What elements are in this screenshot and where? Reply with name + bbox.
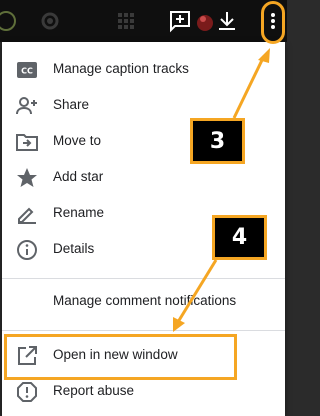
- menu-item-label: Move to: [53, 133, 102, 148]
- menu-item-label: Report abuse: [53, 383, 135, 398]
- svg-text:CC: CC: [21, 67, 33, 76]
- pencil-icon: [18, 207, 36, 224]
- menu-item-label: Manage comment notifications: [53, 293, 237, 308]
- step-callout-4: 4: [212, 215, 267, 260]
- menu-item-label: Manage caption tracks: [53, 61, 189, 76]
- menu-item-add-star[interactable]: Add star: [2, 160, 285, 196]
- menu-item-manage-comment-notifications[interactable]: Manage comment notifications: [2, 284, 285, 320]
- person-add-icon: [16, 97, 37, 115]
- menu-item-label: Details: [53, 241, 95, 256]
- menu-item-label: Add star: [53, 169, 104, 184]
- star-icon: [17, 168, 37, 187]
- menu-divider: [2, 330, 285, 331]
- menu-divider: [2, 278, 285, 279]
- add-comment-icon[interactable]: [168, 9, 192, 33]
- menu-item-label: Rename: [53, 205, 105, 220]
- report-icon: [17, 382, 37, 402]
- menu-item-manage-caption-tracks[interactable]: CC Manage caption tracks: [2, 52, 285, 88]
- open-in-new-window-highlight: [4, 334, 237, 380]
- download-icon[interactable]: [215, 9, 239, 33]
- settings-icon[interactable]: [38, 9, 62, 33]
- info-icon: [17, 240, 37, 260]
- folder-move-icon: [16, 134, 38, 151]
- avatar[interactable]: [193, 9, 217, 33]
- top-toolbar: [0, 0, 287, 42]
- apps-grid-icon[interactable]: [114, 9, 138, 33]
- closed-caption-icon: CC: [17, 62, 37, 78]
- step-callout-3: 3: [190, 118, 245, 164]
- menu-item-label: Share: [53, 97, 90, 112]
- more-button-highlight: [261, 1, 285, 44]
- help-icon[interactable]: [0, 9, 18, 33]
